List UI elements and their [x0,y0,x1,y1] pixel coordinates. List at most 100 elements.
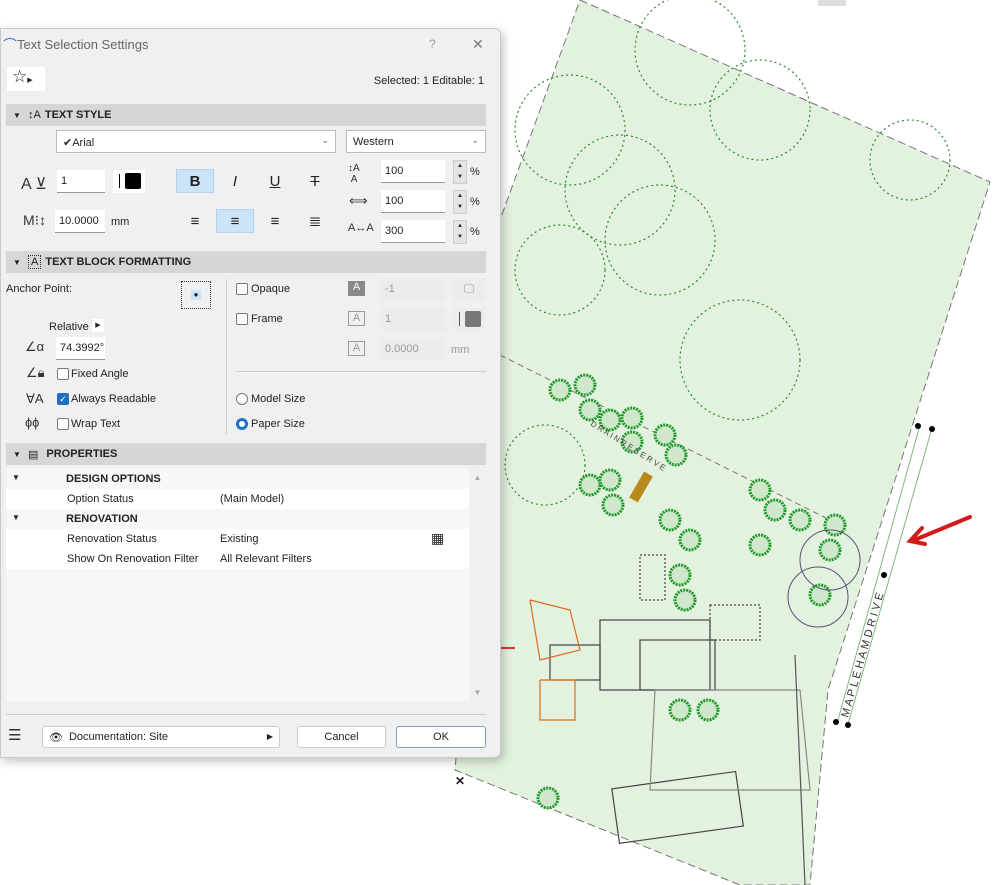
property-label: Option Status [67,493,134,505]
section-title: TEXT STYLE [44,109,112,121]
align-center-button[interactable]: ≡ [216,209,254,233]
close-mark[interactable]: ✕ [455,774,465,788]
frame-color-swatch [453,308,485,330]
layers-icon: ☰ [8,727,22,744]
text-block-header[interactable]: ▼ A TEXT BLOCK FORMATTING [6,251,486,273]
star-icon: ☆ [12,67,28,86]
script-value: Western [353,136,394,148]
frame-offset-field: 0.0000 [381,338,445,361]
line-spacing-icon: ↕A A [348,163,360,185]
section-title: TEXT BLOCK FORMATTING [45,256,192,268]
text-size-field[interactable]: 10.0000 [55,210,105,233]
relative-menu-button[interactable]: ▶ [92,319,104,332]
angle-icon: ∠α [25,339,45,354]
fixed-angle-checkbox[interactable] [57,368,69,380]
frame-label: Frame [251,313,283,325]
char-spacing-icon: A↔A [348,222,374,234]
opaque-pen-field: -1 [381,278,445,301]
strikethrough-button[interactable]: T [296,169,334,193]
favorites-button[interactable]: ☆▶ [7,67,45,91]
align-right-button[interactable]: ≡ [256,209,294,233]
width-factor-stepper[interactable]: ▲ ▼ [453,190,467,214]
monitor-icon: 🖵︎ [453,278,485,300]
fixed-angle-label: Fixed Angle [71,368,129,380]
width-factor-icon: ⟺ [349,193,368,208]
eye-icon: 👁︎ [49,731,63,744]
pen-field[interactable]: 1 [57,170,105,193]
chevron-down-icon: ⌄ [471,135,479,145]
font-value: ✔Arial [63,137,95,149]
frame-icon: A [348,311,365,326]
table-row[interactable]: Renovation Status Existing ▦ [6,529,469,549]
wrap-text-label: Wrap Text [71,418,121,430]
collapse-icon: ▼ [13,449,21,459]
group-row-design-options[interactable]: ▼ DESIGN OPTIONS [6,469,469,489]
line-spacing-field[interactable]: 100 [381,160,445,183]
chevron-down-icon: ⌄ [321,135,329,145]
italic-button[interactable]: I [216,169,254,193]
selection-info: Selected: 1 Editable: 1 [373,75,484,87]
help-button[interactable]: ? [429,37,436,51]
text-size-icon: M⁝↕ [23,212,47,228]
collapse-icon: ▼ [12,513,20,522]
char-spacing-stepper[interactable]: ▲ ▼ [453,220,467,244]
char-spacing-field[interactable]: 300 [381,220,445,243]
text-style-header[interactable]: ▼ ↕A TEXT STYLE [6,104,486,126]
vertical-divider [226,279,227,434]
offset-unit: mm [451,344,470,356]
group-row-renovation[interactable]: ▼ RENOVATION [6,509,469,529]
collapse-icon: ▼ [13,257,21,267]
fixed-angle-icon: ∠🔒︎ [26,365,45,380]
layer-combination-select[interactable]: 👁︎ Documentation: Site ▶ [42,726,280,748]
group-name: DESIGN OPTIONS [66,473,161,485]
align-left-button[interactable]: ≡ [176,209,214,233]
pen-icon: A ⊻ [21,176,47,193]
arrow-right-icon: ▶ [266,732,273,741]
property-value: Existing [220,533,259,545]
scrollbar[interactable]: ▲ ▼ [469,469,486,701]
property-value: All Relevant Filters [220,553,312,565]
frame-pen-field: 1 [381,308,445,331]
properties-header[interactable]: ▼ ▤ PROPERTIES [6,443,486,465]
percent-label: % [470,196,480,208]
text-selection-settings-dialog: ⌒ Text Selection Settings ? ✕ ☆▶ Selecte… [0,28,501,758]
paper-size-label: Paper Size [251,418,305,430]
always-readable-checkbox[interactable]: ✓ [57,393,69,405]
size-unit: mm [111,216,130,228]
text-style-icon: ↕A [28,109,41,121]
line-spacing-stepper[interactable]: ▲ ▼ [453,160,467,184]
anchor-point-label: Anchor Point: [6,283,73,295]
wrap-text-icon: ɸɸ [25,415,40,430]
model-size-radio[interactable] [236,393,248,405]
script-select[interactable]: Western ⌄ [346,130,486,153]
bold-button[interactable]: B [176,169,214,193]
ok-button[interactable]: OK [396,726,486,748]
app-logo-icon: ⌒ [3,37,17,53]
frame-checkbox[interactable] [236,313,248,325]
font-select[interactable]: ✔Arial ⌄ [56,130,336,153]
close-button[interactable]: ✕ [472,36,484,53]
underline-button[interactable]: U [256,169,294,193]
justify-button[interactable]: ≣ [296,209,334,233]
dialog-title: Text Selection Settings [17,37,149,52]
opaque-checkbox[interactable] [236,283,248,295]
color-swatch[interactable] [113,170,145,193]
frame-offset-icon: A [348,341,365,356]
percent-label: % [470,226,480,238]
cancel-button[interactable]: Cancel [297,726,386,748]
brick-wall-icon[interactable]: ▦ [431,530,444,547]
model-size-label: Model Size [251,393,306,405]
anchor-point-grid[interactable]: ● [181,281,211,309]
text-block-icon: A [28,255,42,269]
table-row[interactable]: Option Status (Main Model) [6,489,469,509]
paper-size-radio[interactable] [236,418,248,430]
property-label: Show On Renovation Filter [67,553,199,565]
group-name: RENOVATION [66,513,138,525]
width-factor-field[interactable]: 100 [381,190,445,213]
arrow-right-icon: ▶ [27,77,33,84]
wrap-text-checkbox[interactable] [57,418,69,430]
relative-label: Relative [49,321,89,333]
angle-field[interactable]: 74.3992° [56,337,105,360]
table-row[interactable]: Show On Renovation Filter All Relevant Fi… [6,549,469,569]
always-readable-icon: ∀A [26,391,44,406]
